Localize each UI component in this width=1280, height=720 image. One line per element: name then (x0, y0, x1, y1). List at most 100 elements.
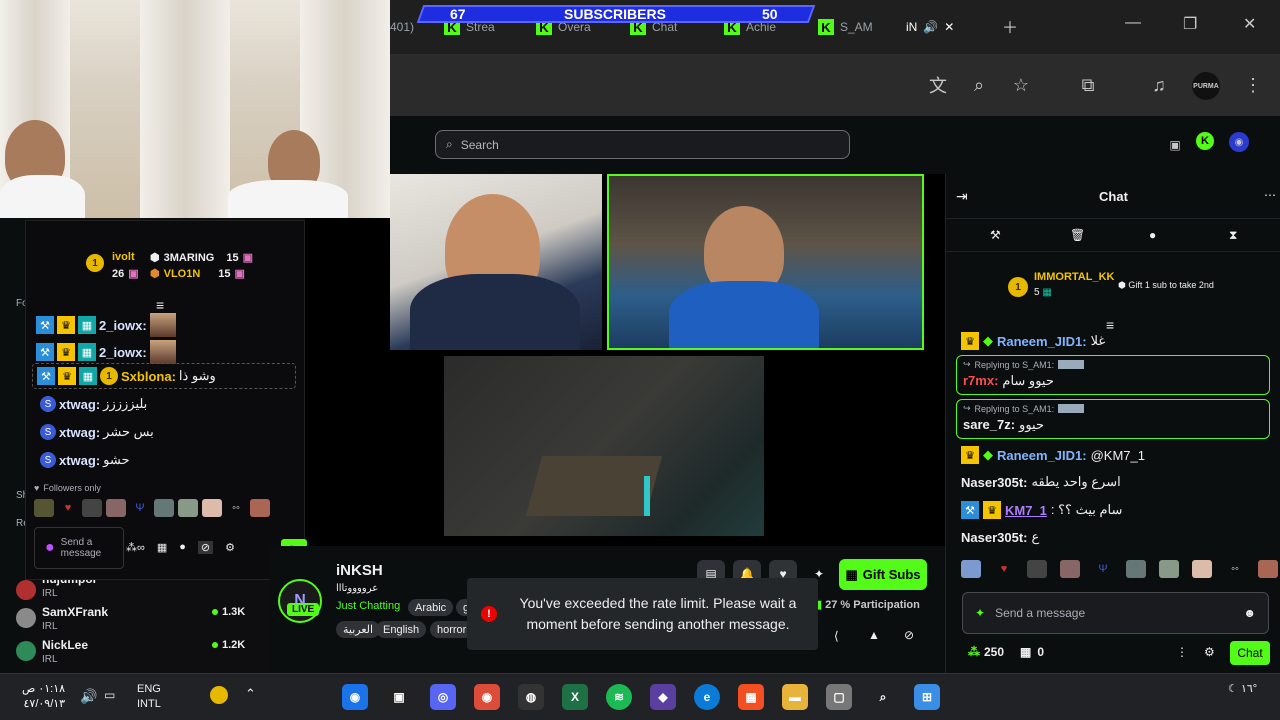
channel-avatar[interactable]: N (278, 579, 322, 623)
reply-message: ↪ Replying to S_AM1: r7mx: حيوو سام (956, 355, 1270, 395)
user-avatar-icon[interactable]: ◉ (1229, 132, 1249, 152)
app-icon[interactable]: ◉ (342, 684, 368, 710)
gift-subs-button[interactable]: ▦ Gift Subs (839, 559, 927, 590)
profile-avatar[interactable]: PURMA (1192, 72, 1220, 100)
emote[interactable] (250, 499, 270, 517)
app-icon[interactable]: ◆ (650, 684, 676, 710)
emote[interactable] (34, 499, 54, 517)
minimize-icon[interactable]: — (1125, 14, 1141, 32)
gift-icon[interactable]: ▦ (157, 541, 167, 554)
translate-icon[interactable]: 文 (925, 72, 951, 98)
gift-count[interactable]: ▦ 0 (1020, 645, 1044, 659)
close-tab-icon[interactable]: ✕ (944, 20, 954, 34)
stream-video[interactable] (305, 174, 945, 546)
emote[interactable]: ◦◦ (226, 499, 246, 517)
star-icon[interactable]: ☆ (1008, 72, 1034, 98)
chevron-up-icon[interactable]: ⌃ (245, 686, 256, 702)
tray-app-icon[interactable] (210, 686, 228, 704)
send-message-input[interactable]: ✦ Send a message ☻ (962, 592, 1269, 634)
chat-actions: ⁂∞ ▦ ● ⊘ ⚙ (126, 541, 235, 554)
clock[interactable]: ٠١:١٨ ص ٤٧/٠٩/١٣ (22, 682, 65, 712)
emote[interactable] (1258, 560, 1278, 578)
emote[interactable] (1192, 560, 1212, 578)
weather-icon: ☾ (1228, 683, 1238, 695)
stream-category[interactable]: Just Chatting (336, 600, 400, 612)
restore-icon[interactable]: ❐ (1183, 14, 1197, 34)
chat-bubble-icon[interactable]: ● (179, 541, 186, 554)
gift-icon: ▦ (1020, 645, 1032, 659)
start-icon[interactable]: ⊞ (914, 684, 940, 710)
app-icon[interactable]: ▢ (826, 684, 852, 710)
folder-icon[interactable]: ▬ (782, 684, 808, 710)
more-icon[interactable]: ⋮ (1176, 645, 1188, 659)
emote[interactable]: ◦◦ (1225, 560, 1245, 578)
emote[interactable] (82, 499, 102, 517)
emote[interactable] (178, 499, 198, 517)
collapse-icon[interactable]: ≡ (156, 297, 164, 313)
emote[interactable] (961, 560, 981, 578)
network-icon[interactable]: ▭ (104, 688, 115, 702)
weather-widget[interactable]: ☾ ١٦° (1228, 682, 1257, 695)
close-window-icon[interactable]: ✕ (1243, 14, 1256, 34)
excel-icon[interactable]: X (562, 684, 588, 710)
tag[interactable]: العربية (336, 621, 381, 638)
couch-shape (525, 456, 663, 516)
hammer-icon[interactable]: ⚒ (990, 228, 1001, 242)
emote[interactable] (1027, 560, 1047, 578)
share-icon[interactable]: ⟨ (834, 629, 839, 643)
browser-tab[interactable]: 401) (390, 14, 414, 40)
points-icon[interactable]: ⁂∞ (126, 541, 145, 554)
heart-emote[interactable]: ♥ (58, 499, 78, 517)
edge-icon[interactable]: e (694, 684, 720, 710)
chat-menu-icon[interactable]: ⋯ (1264, 188, 1276, 202)
send-message-input[interactable]: ● Send a message (34, 527, 124, 569)
obs-icon[interactable]: ◍ (518, 684, 544, 710)
tag[interactable]: English (376, 621, 427, 638)
audio-icon[interactable]: 🔊 (923, 20, 938, 34)
trash-icon[interactable]: 🗑 (1070, 228, 1085, 242)
chat-send-button[interactable]: Chat (1230, 641, 1270, 665)
more-icon[interactable]: ⊘ (904, 628, 914, 642)
zoom-icon[interactable]: ⌕ (966, 72, 992, 98)
heart-emote[interactable]: ♥ (994, 560, 1014, 578)
emote[interactable] (1159, 560, 1179, 578)
cam-feed-2 (607, 174, 924, 350)
extensions-icon[interactable]: ⧉ (1075, 72, 1101, 98)
volume-icon[interactable]: 🔊 (80, 688, 97, 705)
discord-icon[interactable]: ◎ (430, 684, 456, 710)
emote[interactable] (154, 499, 174, 517)
viewer-count: 1.3K (212, 606, 245, 618)
emote[interactable] (106, 499, 126, 517)
spotify-icon[interactable]: ≋ (606, 684, 632, 710)
chat-bubble-icon[interactable]: ● (1149, 228, 1156, 242)
chrome-icon[interactable]: ◉ (474, 684, 500, 710)
store-icon[interactable]: ▦ (738, 684, 764, 710)
badge-icon[interactable]: ▣ (1162, 132, 1188, 158)
collapse-icon[interactable]: ≡ (1106, 317, 1114, 333)
browser-tab[interactable]: K S_AM (818, 14, 873, 40)
emote[interactable] (202, 499, 222, 517)
emoji-icon[interactable]: ☻ (1243, 606, 1256, 620)
menu-icon[interactable]: ⋮ (1240, 72, 1266, 98)
mute-icon[interactable]: ⊘ (197, 541, 214, 554)
emote[interactable] (1126, 560, 1146, 578)
channel-name[interactable]: iNKSH (336, 562, 383, 579)
search-icon[interactable]: ⌕ (870, 684, 896, 710)
tag[interactable]: Arabic (408, 599, 454, 616)
search-input[interactable]: ⌕ Search (435, 130, 850, 159)
hourglass-icon[interactable]: ⧗ (1229, 228, 1237, 243)
browser-tab-active[interactable]: iN 🔊 ✕ (906, 14, 954, 40)
emote[interactable]: Ψ (1093, 560, 1113, 578)
new-tab-icon[interactable]: ＋ (1002, 14, 1018, 38)
emote[interactable]: Ψ (130, 499, 150, 517)
kick-icon[interactable]: K (1196, 132, 1214, 150)
settings-icon[interactable]: ⚙ (1204, 645, 1215, 659)
settings-icon[interactable]: ⚙ (225, 541, 235, 554)
media-icon[interactable]: ♫ (1146, 72, 1172, 98)
language-indicator[interactable]: ENG INTL (137, 682, 161, 712)
mic-icon[interactable]: ● (45, 539, 55, 557)
report-icon[interactable]: ▲ (868, 628, 880, 642)
app-icon[interactable]: ▣ (386, 684, 412, 710)
channel-points[interactable]: ⁂ 250 (968, 645, 1004, 659)
emote[interactable] (1060, 560, 1080, 578)
